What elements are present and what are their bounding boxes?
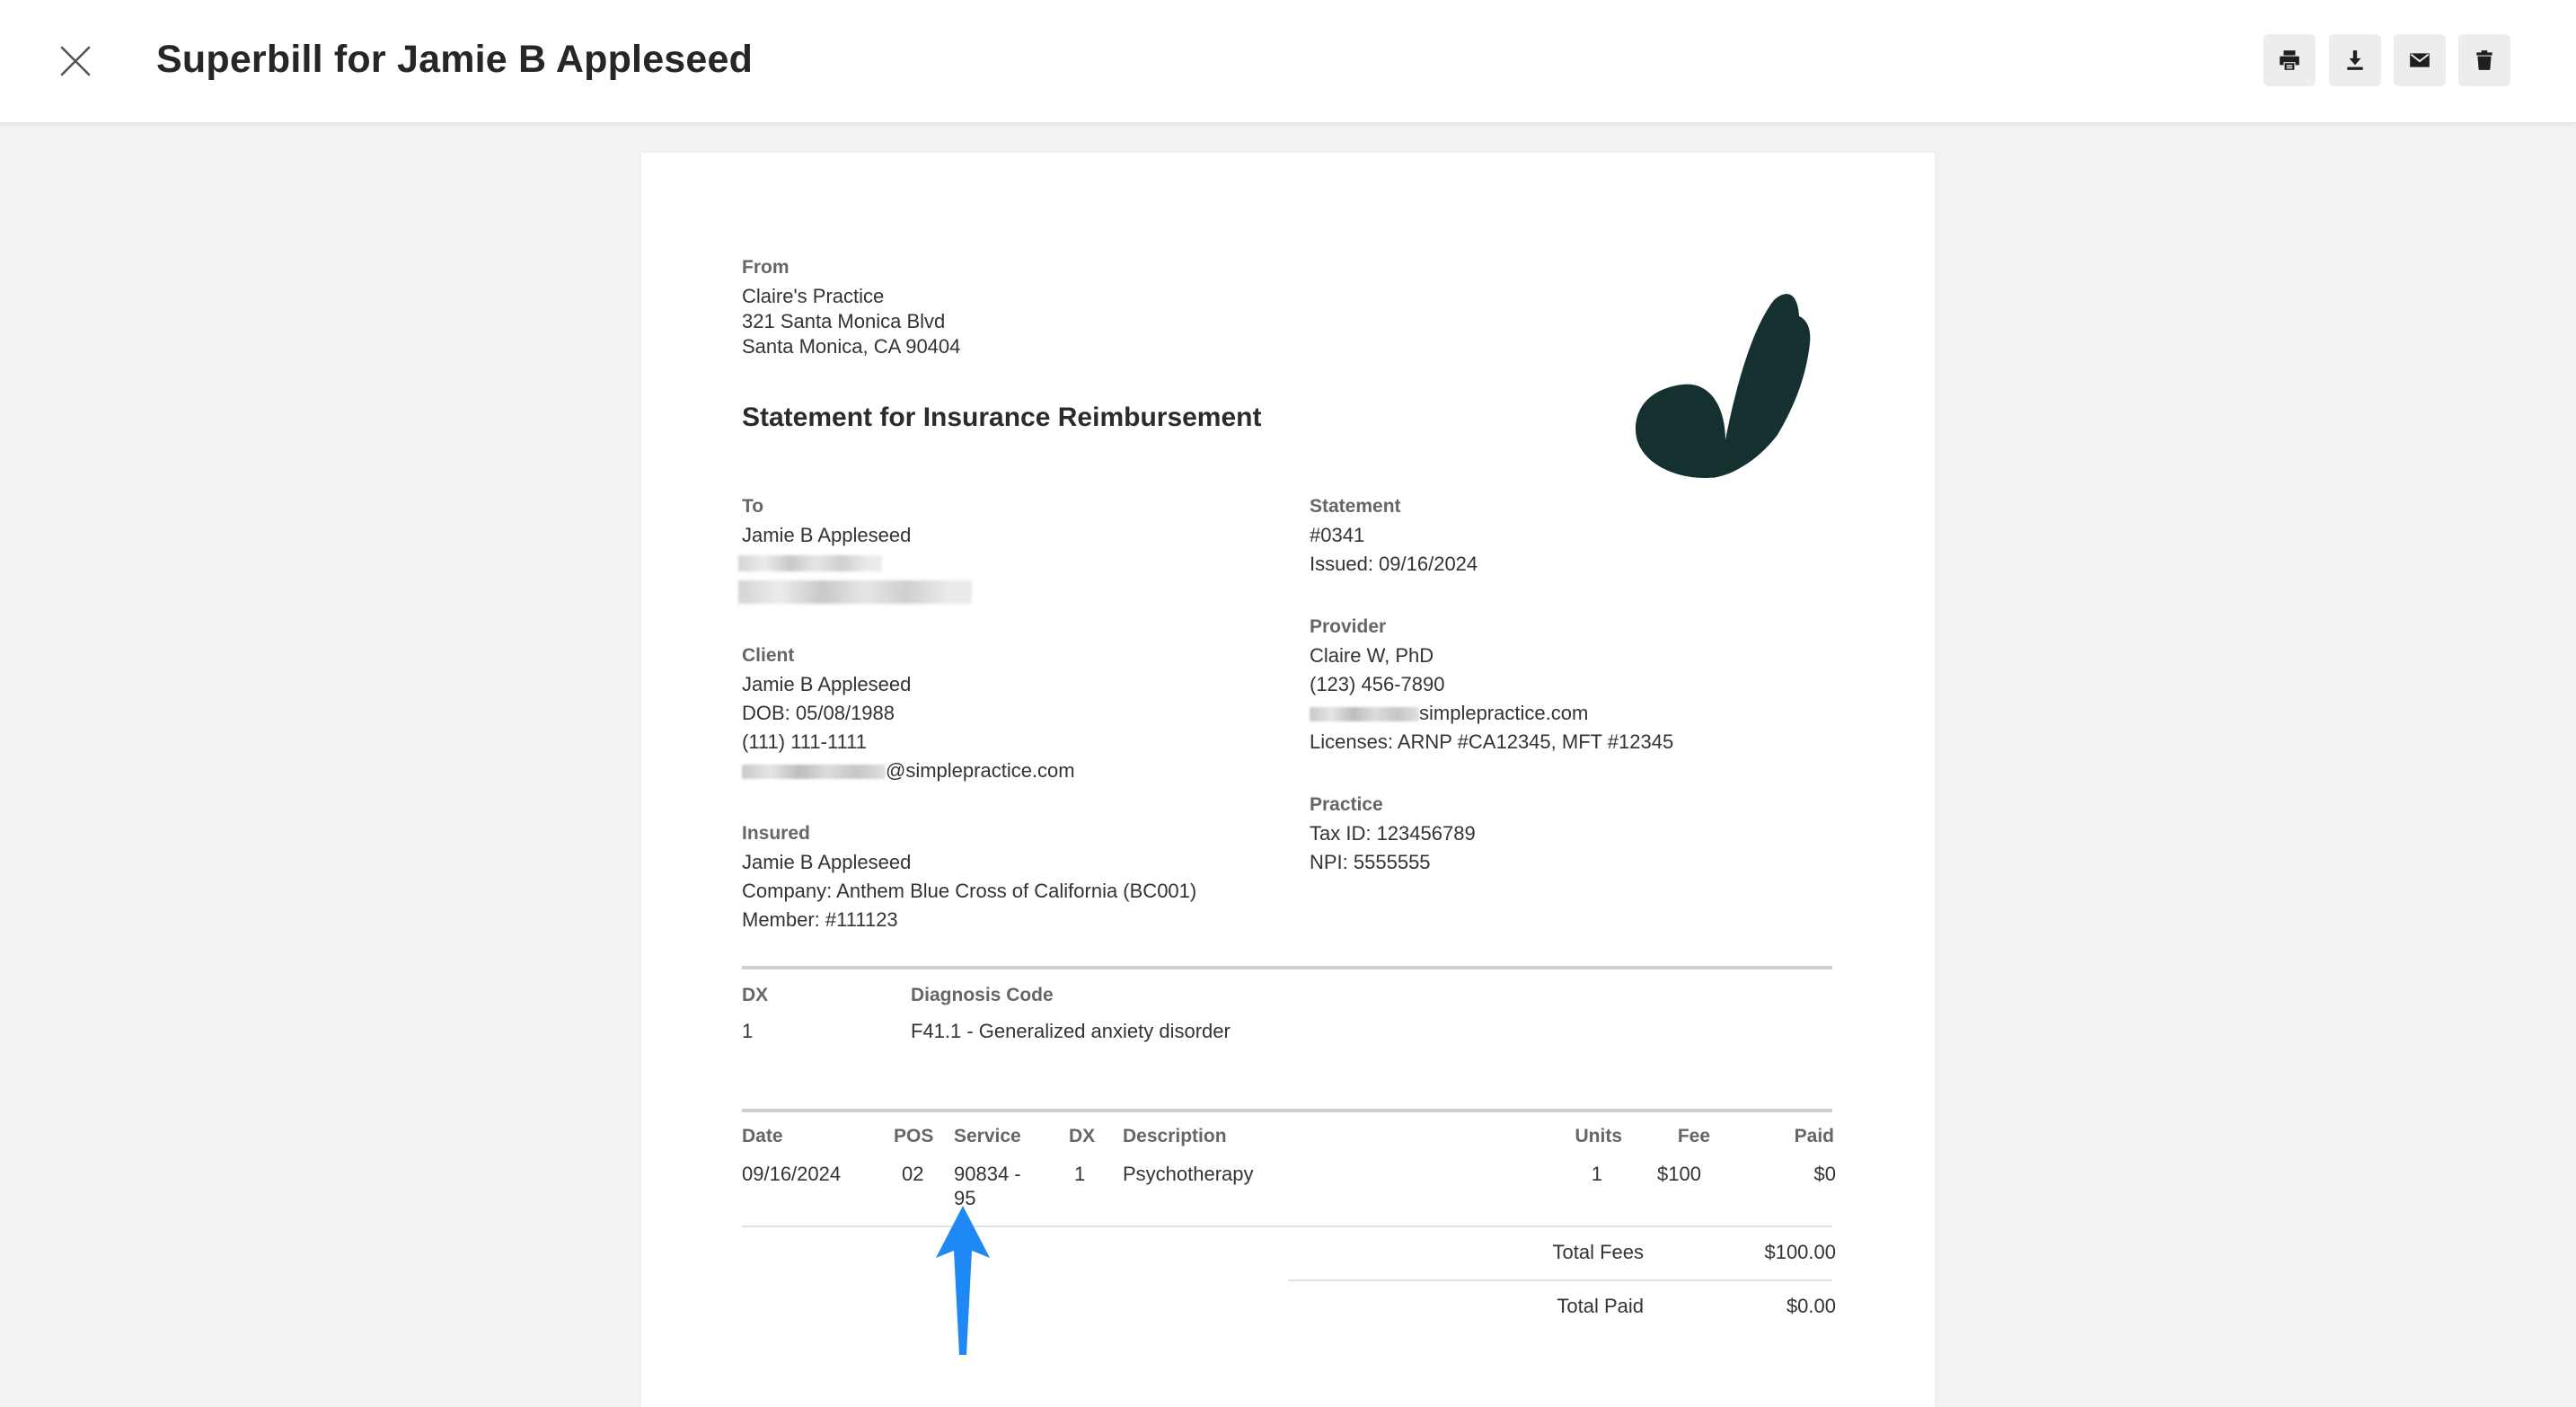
statement-title: Statement for Insurance Reimbursement	[742, 403, 1262, 432]
diagnosis-code: F41.1 - Generalized anxiety disorder	[911, 1020, 1231, 1042]
date-header: Date	[742, 1126, 783, 1146]
service-pos: 02	[902, 1163, 924, 1185]
statement-number: #0341	[1310, 524, 1365, 546]
header-bar: Superbill for Jamie B Appleseed	[0, 0, 2576, 123]
provider-name: Claire W, PhD	[1310, 644, 1434, 667]
practice-logo	[1636, 294, 1811, 478]
provider-licenses: Licenses: ARNP #CA12345, MFT #12345	[1310, 730, 1674, 753]
download-button[interactable]	[2329, 34, 2381, 86]
fee-header: Fee	[1677, 1126, 1710, 1146]
divider	[742, 966, 1832, 969]
from-label: From	[742, 257, 790, 278]
redacted-email	[742, 765, 886, 780]
statement-issued: Issued: 09/16/2024	[1310, 553, 1478, 575]
provider-phone: (123) 456-7890	[1310, 673, 1445, 695]
total-paid-label: Total Paid	[1557, 1295, 1644, 1317]
to-name: Jamie B Appleseed	[742, 524, 912, 546]
delete-button[interactable]	[2458, 34, 2510, 86]
client-email-domain: @simplepractice.com	[886, 759, 1075, 782]
print-icon	[2280, 50, 2299, 70]
insured-member: Member: #111123	[742, 908, 898, 931]
page-title: Superbill for Jamie B Appleseed	[156, 38, 754, 81]
trash-icon	[2476, 50, 2492, 70]
client-label: Client	[742, 645, 795, 666]
service-fee: $100	[1657, 1163, 1701, 1185]
client-section: Client Jamie B Appleseed DOB: 05/08/1988…	[742, 642, 1075, 785]
service-date: 09/16/2024	[742, 1163, 842, 1185]
provider-email-domain: simplepractice.com	[1419, 702, 1589, 724]
annotation-arrow-icon	[936, 1206, 990, 1355]
redacted-email	[1310, 707, 1419, 722]
from-line: Santa Monica, CA 90404	[742, 335, 961, 358]
service-code: 90834 -	[954, 1163, 1021, 1185]
provider-email: simplepractice.com	[1310, 699, 1673, 728]
client-email: @simplepractice.com	[742, 757, 1075, 785]
divider	[742, 1226, 1832, 1227]
pos-header: POS	[894, 1126, 934, 1146]
total-fees-value: $100.00	[1764, 1241, 1836, 1263]
diagnosis-code-header: Diagnosis Code	[911, 985, 1054, 1005]
insured-name: Jamie B Appleseed	[742, 851, 912, 873]
units-header: Units	[1575, 1126, 1623, 1146]
email-button[interactable]	[2394, 34, 2446, 86]
mail-icon	[2410, 53, 2430, 67]
diagnosis-dx: 1	[742, 1020, 754, 1042]
service-dx: 1	[1074, 1163, 1086, 1185]
total-fees-label: Total Fees	[1552, 1241, 1645, 1263]
print-button[interactable]	[2263, 34, 2316, 86]
to-section: To Jamie B Appleseed	[742, 492, 911, 550]
client-dob: DOB: 05/08/1988	[742, 702, 895, 724]
close-button[interactable]	[50, 32, 101, 90]
superbill-document: From Claire's Practice 321 Santa Monica …	[641, 153, 1935, 1407]
redacted-address-line	[738, 580, 972, 604]
paid-header: Paid	[1794, 1126, 1834, 1146]
statement-section: Statement #0341 Issued: 09/16/2024	[1310, 492, 1478, 579]
close-icon	[60, 46, 91, 76]
client-name: Jamie B Appleseed	[742, 673, 912, 695]
description-header: Description	[1123, 1126, 1227, 1146]
practice-label: Practice	[1310, 794, 1383, 815]
insured-company: Company: Anthem Blue Cross of California…	[742, 880, 1197, 902]
total-paid-value: $0.00	[1786, 1295, 1836, 1317]
client-phone: (111) 111-1111	[742, 730, 868, 753]
practice-section: Practice Tax ID: 123456789 NPI: 5555555	[1310, 791, 1476, 877]
insured-section: Insured Jamie B Appleseed Company: Anthe…	[742, 819, 1196, 934]
service-description: Psychotherapy	[1123, 1163, 1254, 1185]
dx-header: DX	[742, 985, 769, 1005]
statement-label: Statement	[1310, 496, 1401, 517]
to-label: To	[742, 496, 764, 517]
provider-label: Provider	[1310, 616, 1387, 637]
insured-label: Insured	[742, 823, 810, 844]
service-header: Service	[954, 1126, 1021, 1146]
practice-npi: NPI: 5555555	[1310, 851, 1431, 873]
divider	[742, 1109, 1832, 1112]
from-section: From Claire's Practice 321 Santa Monica …	[742, 253, 960, 361]
provider-section: Provider Claire W, PhD (123) 456-7890 si…	[1310, 613, 1673, 757]
practice-tax-id: Tax ID: 123456789	[1310, 822, 1476, 845]
redacted-address-line	[738, 555, 882, 571]
service-paid: $0	[1813, 1163, 1836, 1185]
service-units: 1	[1591, 1163, 1602, 1185]
divider	[1288, 1279, 1832, 1281]
dx-column-header: DX	[1069, 1126, 1096, 1146]
download-icon	[2347, 50, 2363, 70]
